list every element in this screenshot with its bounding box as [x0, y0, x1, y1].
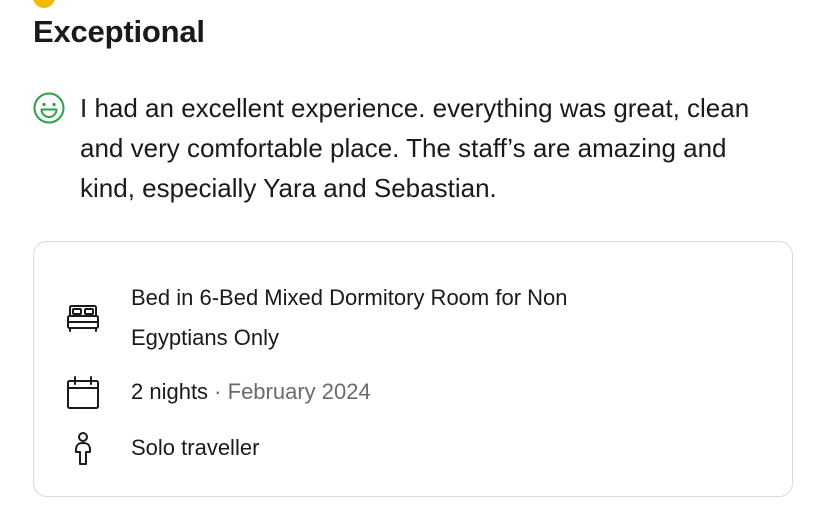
smile-icon: [33, 92, 65, 124]
stay-date: February 2024: [227, 379, 371, 404]
nights-count: 2 nights: [131, 379, 209, 404]
review-text: I had an excellent experience. everythin…: [80, 93, 750, 203]
person-icon: [75, 432, 91, 465]
bed-icon: [67, 305, 99, 332]
calendar-icon: [67, 376, 99, 409]
score-badge-partial: [33, 0, 55, 8]
review-page: Exceptional I had an excellent experienc…: [0, 0, 828, 510]
stay-length-text: 2 nights · February 2024: [131, 372, 371, 412]
separator-dot: ·: [208, 379, 228, 404]
traveller-type-text: Solo traveller: [131, 435, 260, 460]
room-name-line-1: Bed in 6-Bed Mixed Dormitory Room for No…: [131, 285, 568, 310]
review-body: I had an excellent experience. everythin…: [33, 88, 793, 208]
stay-details-card: Bed in 6-Bed Mixed Dormitory Room for No…: [33, 241, 793, 497]
rating-label: Exceptional: [33, 14, 205, 49]
room-name-line-2: Egyptians Only: [131, 325, 279, 350]
